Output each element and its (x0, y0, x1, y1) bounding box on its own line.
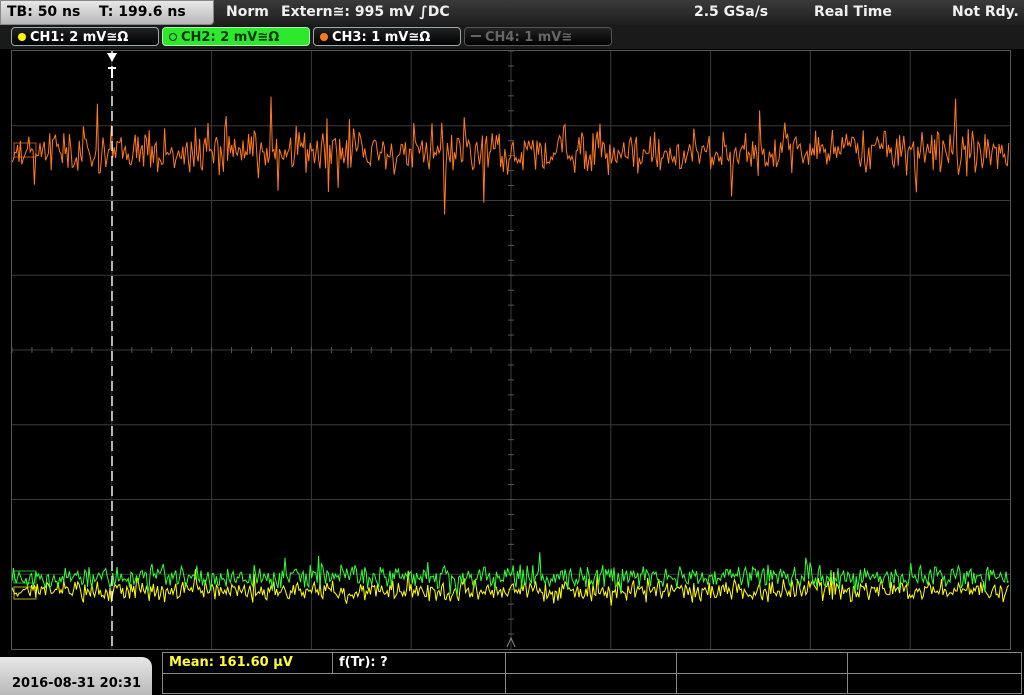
trigger-t-icon (108, 67, 116, 78)
ch4-label: CH4: 1 mV≅ (485, 30, 573, 45)
measurement-slot-3[interactable] (506, 653, 677, 673)
channel-tab-ch2[interactable]: CH2: 2 mV≅Ω (162, 27, 310, 46)
ch1-label: CH1: 2 mV≅Ω (30, 30, 129, 45)
bottom-bar: 2016-08-31 20:31 Mean: 161.60 µV f(Tr): … (0, 651, 1024, 695)
ch3-label: CH3: 1 mV≅Ω (332, 30, 431, 45)
ch1-color-dot (18, 33, 26, 41)
datetime-label: 2016-08-31 20:31 (12, 676, 142, 691)
graticule (12, 51, 1010, 649)
waveform-canvas (12, 51, 1010, 649)
channel-tab-ch1[interactable]: CH1: 2 mV≅Ω (11, 27, 159, 46)
measurement-slot-7[interactable] (506, 673, 677, 693)
sample-rate: 2.5 GSa/s (694, 4, 769, 20)
timebase-label: TB: 50 ns (7, 4, 81, 20)
run-state: Not Rdy. (952, 4, 1019, 20)
ch2-label: CH2: 2 mV≅Ω (181, 30, 280, 45)
trigger-mode[interactable]: Norm (226, 4, 269, 20)
measurement-slot-4[interactable] (677, 653, 848, 673)
measurement-slot-8[interactable] (677, 673, 848, 693)
measurement-slot-6[interactable] (163, 673, 506, 693)
ch2-color-dot (169, 33, 177, 41)
channel-tab-ch4[interactable]: CH4: 1 mV≅ (464, 27, 612, 46)
measurement-mean[interactable]: Mean: 161.60 µV (163, 653, 333, 673)
trigger-source[interactable]: Extern≅: 995 mV ∫DC (281, 4, 450, 20)
acquisition-mode: Real Time (814, 4, 892, 20)
datetime-box: 2016-08-31 20:31 (0, 657, 152, 695)
status-bar: TB: 50 ns T: 199.6 ns Norm Extern≅: 995 … (0, 0, 1024, 25)
ch3-trace (12, 96, 1010, 215)
measurement-slot-9[interactable] (848, 673, 1021, 693)
waveform-display[interactable] (11, 50, 1011, 650)
measurement-panel[interactable]: Mean: 161.60 µV f(Tr): ? (162, 652, 1022, 694)
channel-bar: CH1: 2 mV≅Ω CH2: 2 mV≅Ω CH3: 1 mV≅Ω CH4:… (0, 25, 1024, 49)
measurement-frequency[interactable]: f(Tr): ? (333, 653, 506, 673)
ch4-off-icon (471, 35, 481, 37)
ch3-color-dot (320, 33, 328, 41)
channel-tab-ch3[interactable]: CH3: 1 mV≅Ω (313, 27, 461, 46)
trigger-marker-icon[interactable] (107, 53, 117, 62)
measurement-slot-5[interactable] (848, 653, 1021, 673)
trigger-time-label: T: 199.6 ns (99, 4, 186, 20)
timebase-box[interactable]: TB: 50 ns T: 199.6 ns (0, 0, 214, 25)
